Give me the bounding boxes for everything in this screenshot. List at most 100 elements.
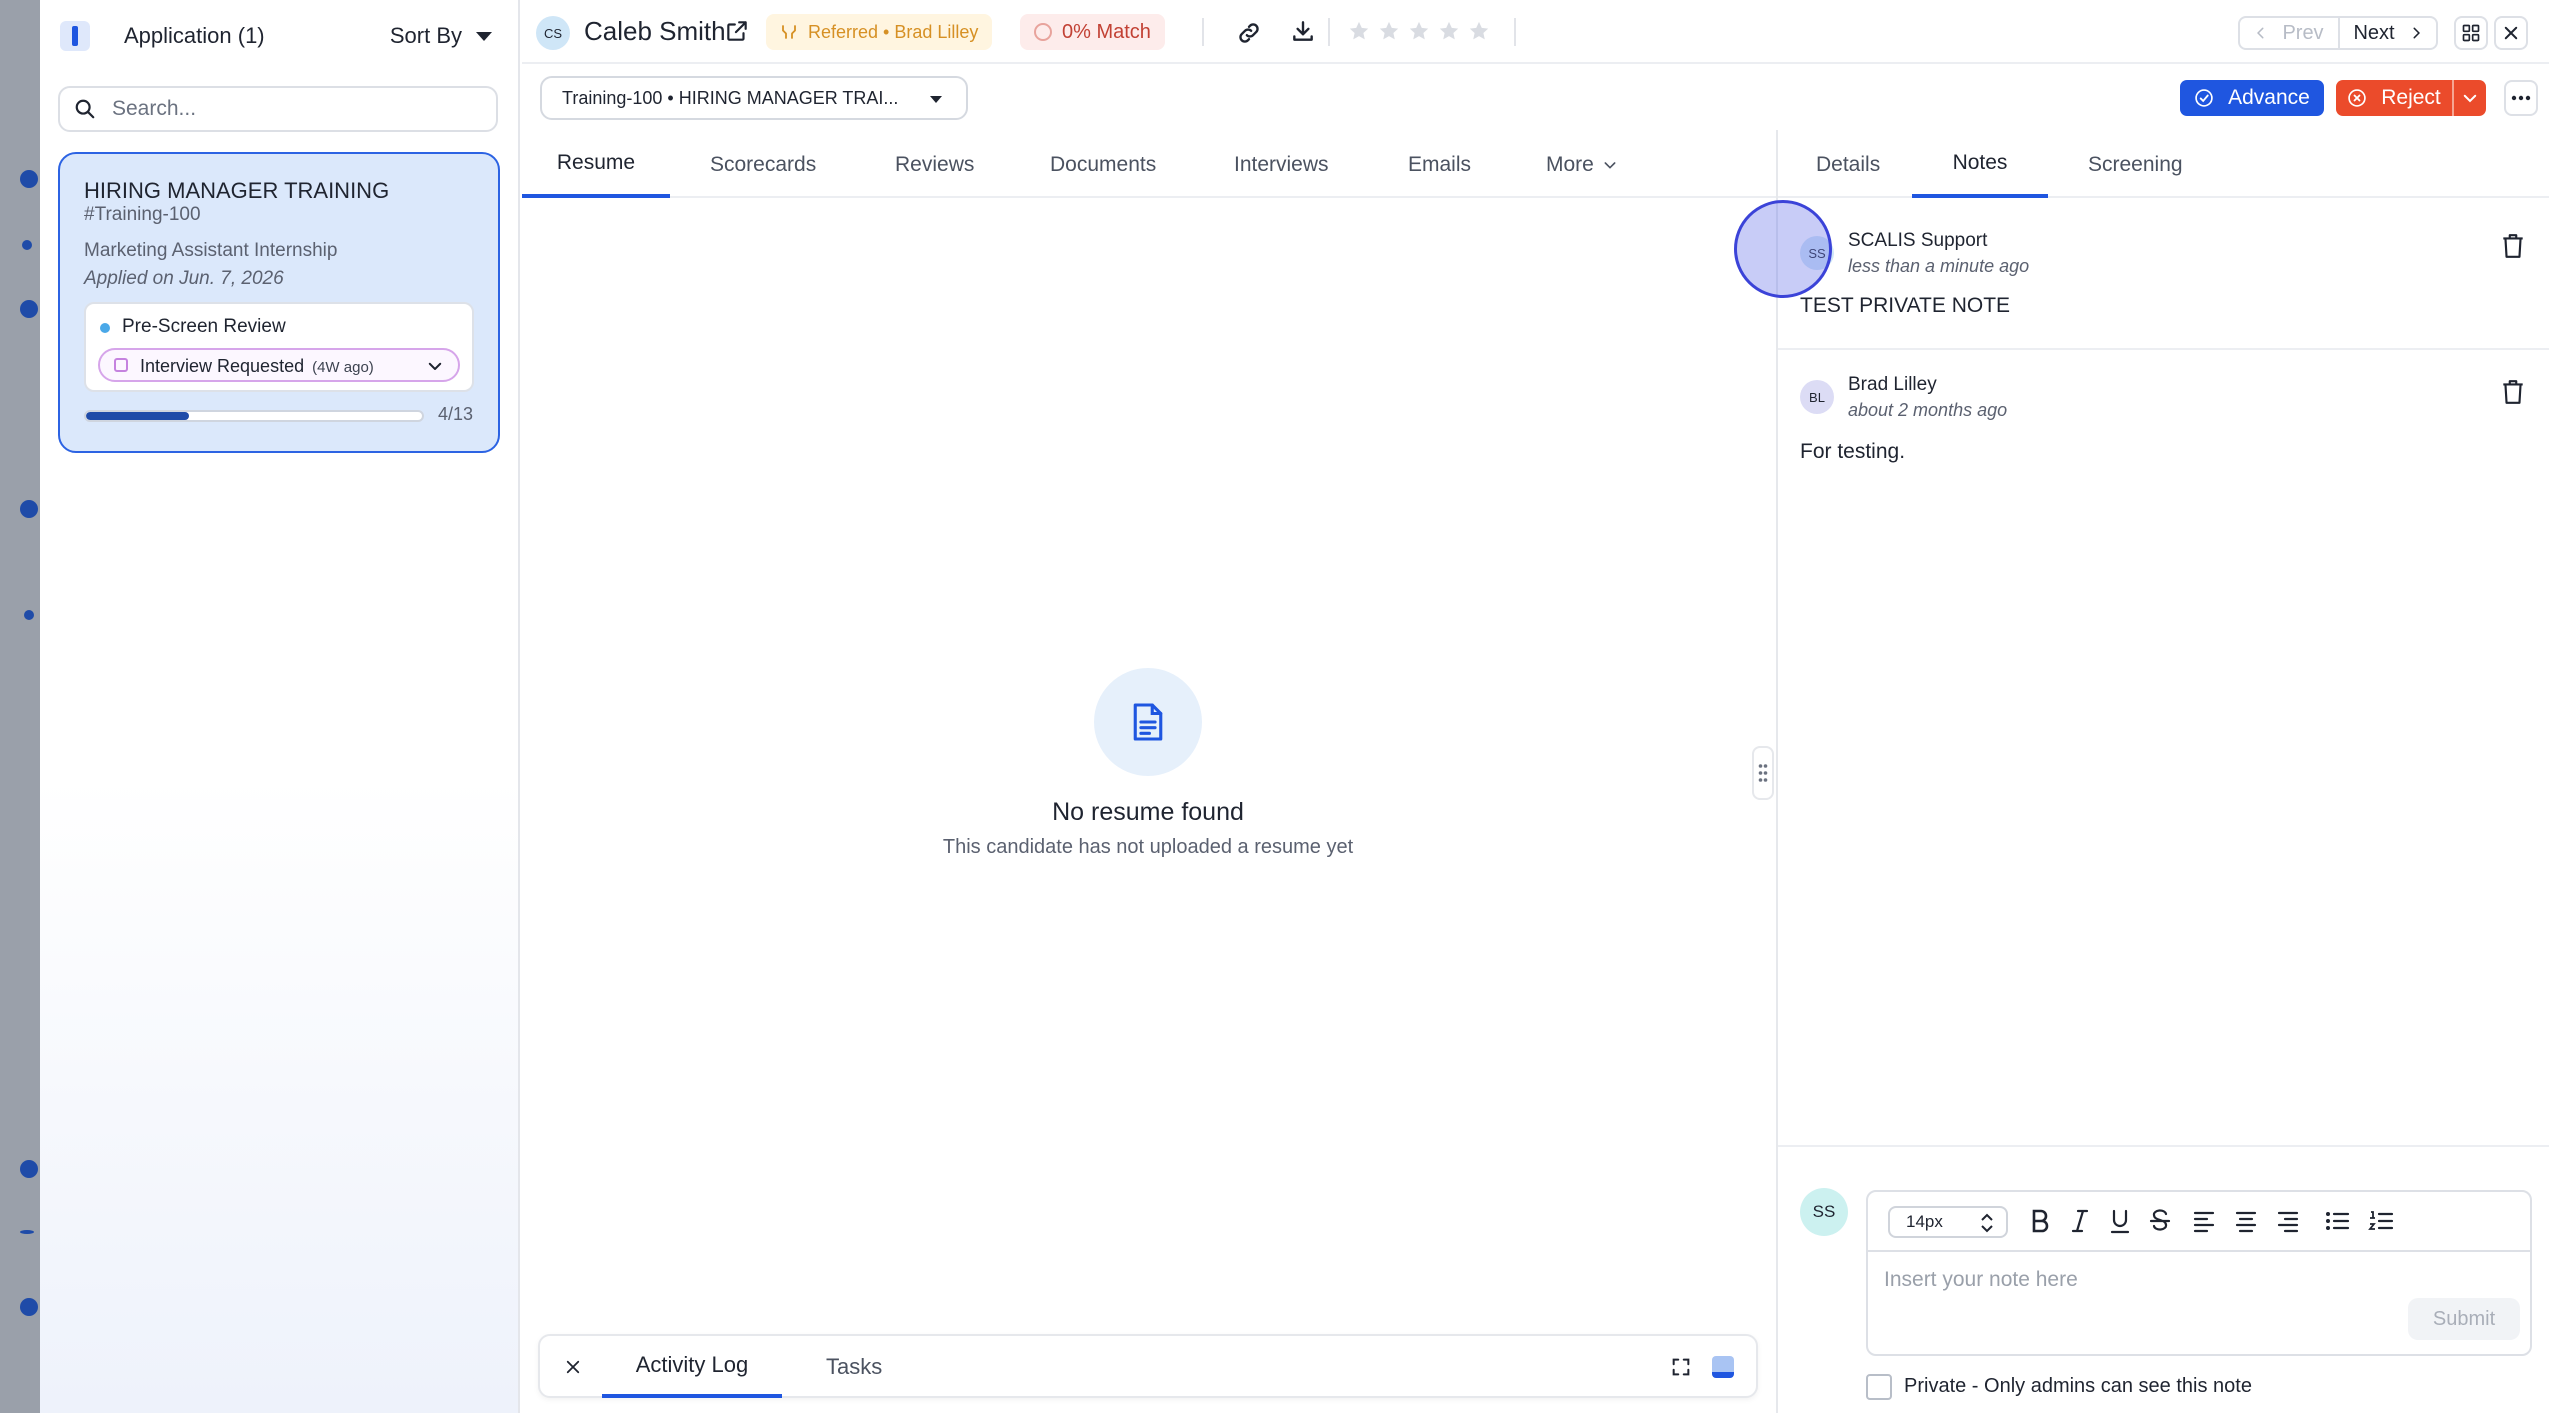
bold-icon[interactable] [2028,1208,2052,1234]
more-actions-button[interactable] [2504,80,2538,116]
advance-button[interactable]: Advance [2180,80,2324,116]
referral-icon [782,25,796,39]
reject-group: Reject [2336,80,2486,116]
tab-reviews[interactable]: Reviews [895,132,974,198]
note-author: Brad Lilley [1848,374,1937,395]
private-checkbox-label: Private - Only admins can see this note [1904,1375,2252,1397]
nav-icon [20,1160,38,1178]
nav-icon [20,500,38,518]
reject-button[interactable]: Reject [2336,80,2452,116]
font-size-select[interactable]: 14px [1888,1206,2008,1238]
empty-state-title: No resume found [1052,798,1244,826]
match-ring-icon [1034,23,1052,41]
tab-resume[interactable]: Resume [522,132,670,198]
private-checkbox[interactable] [1866,1374,1892,1400]
resize-handle[interactable] [1752,746,1774,800]
sort-by-button[interactable]: Sort By [390,23,492,49]
note-input[interactable]: Insert your note here [1884,1268,2078,1292]
note-item: SS SCALIS Support less than a minute ago… [1778,200,2549,350]
chevron-left-icon [2257,27,2264,39]
align-right-icon[interactable] [2276,1208,2300,1234]
sort-by-label: Sort By [389,23,462,48]
editor-toolbar: 14px [1868,1192,2530,1252]
note-time: about 2 months ago [1848,400,2008,420]
stage-dot-icon [100,323,110,333]
candidate-tabs: Resume Scorecards Reviews Documents Inte… [522,132,1776,198]
tab-interviews[interactable]: Interviews [1234,132,1329,198]
job-select[interactable]: Training-100 • HIRING MANAGER TRAI... [540,76,968,120]
status-dropdown[interactable]: Interview Requested (4W ago) [98,348,460,382]
strikethrough-icon[interactable] [2148,1208,2172,1234]
submit-button[interactable]: Submit [2408,1298,2520,1340]
note-body: TEST PRIVATE NOTE [1800,294,2011,317]
candidate-name: Caleb Smith [584,16,726,46]
link-icon[interactable] [1236,20,1262,46]
note-editor: 14px Insert your note here Submit [1866,1190,2532,1356]
advance-label: Advance [2228,86,2310,109]
note-author: SCALIS Support [1848,230,1988,251]
close-button[interactable] [2494,16,2528,50]
application-card[interactable]: HIRING MANAGER TRAINING #Training-100 Ma… [58,152,500,453]
applications-title: Application (1) [124,23,265,48]
status-label: Interview Requested (4W ago) [140,356,374,377]
rating-stars[interactable] [1348,20,1490,42]
tab-documents[interactable]: Documents [1050,132,1156,198]
tab-details[interactable]: Details [1816,132,1880,198]
status-text: Interview Requested [140,356,305,376]
tab-screening[interactable]: Screening [2088,132,2183,198]
close-icon[interactable] [564,1358,582,1376]
tab-tasks[interactable]: Tasks [826,1354,882,1380]
x-circle-icon [2348,89,2366,107]
composer-avatar: SS [1800,1188,1848,1236]
star-icon[interactable] [1408,20,1430,42]
minimize-icon[interactable] [1712,1356,1734,1378]
close-icon [2504,26,2518,40]
expand-icon[interactable] [1670,1356,1692,1378]
drag-handle-icon [1758,764,1768,782]
nav-icon [24,610,34,620]
stage-progress-fill [86,412,190,420]
chevron-down-icon [1604,162,1616,169]
reject-menu-button[interactable] [2452,80,2486,116]
check-circle-icon [2195,89,2213,107]
tab-more[interactable]: More [1546,132,1618,198]
stage-name: Pre-Screen Review [122,316,286,337]
external-link-icon[interactable] [724,18,750,44]
stage-progress-bar [84,410,424,422]
trash-icon[interactable] [2500,378,2526,406]
italic-icon[interactable] [2068,1208,2092,1234]
tab-notes[interactable]: Notes [1912,132,2048,198]
tab-activity-log[interactable]: Activity Log [602,1336,782,1398]
nav-icon [20,1230,34,1234]
application-title: HIRING MANAGER TRAINING [84,178,390,203]
cursor-highlight [1734,200,1832,298]
caret-down-icon [930,96,942,103]
search-icon [75,99,95,119]
underline-icon[interactable] [2108,1208,2132,1234]
status-ago: (4W ago) [312,359,374,376]
stage-progress-label: 4/13 [438,404,474,424]
grid-view-button[interactable] [2454,16,2488,50]
download-icon[interactable] [1290,18,1316,44]
match-badge: 0% Match [1020,14,1165,50]
grid-icon [2462,24,2480,42]
next-button[interactable]: Next [2340,18,2436,48]
star-icon[interactable] [1468,20,1490,42]
numbered-list-icon[interactable] [2368,1208,2394,1234]
star-icon[interactable] [1438,20,1460,42]
divider [1328,18,1330,46]
tab-emails[interactable]: Emails [1408,132,1471,198]
star-icon[interactable] [1348,20,1370,42]
bullet-list-icon[interactable] [2324,1208,2350,1234]
tab-more-label: More [1546,153,1594,176]
star-icon[interactable] [1378,20,1400,42]
tab-scorecards[interactable]: Scorecards [710,132,816,198]
align-center-icon[interactable] [2234,1208,2258,1234]
stage-box: Pre-Screen Review Interview Requested (4W… [84,302,474,392]
trash-icon[interactable] [2500,232,2526,260]
align-left-icon[interactable] [2192,1208,2216,1234]
prev-label: Prev [2282,21,2324,44]
prev-button[interactable]: Prev [2240,18,2340,48]
search-input[interactable]: Search... [58,86,498,132]
application-job: Marketing Assistant Internship [84,240,338,261]
